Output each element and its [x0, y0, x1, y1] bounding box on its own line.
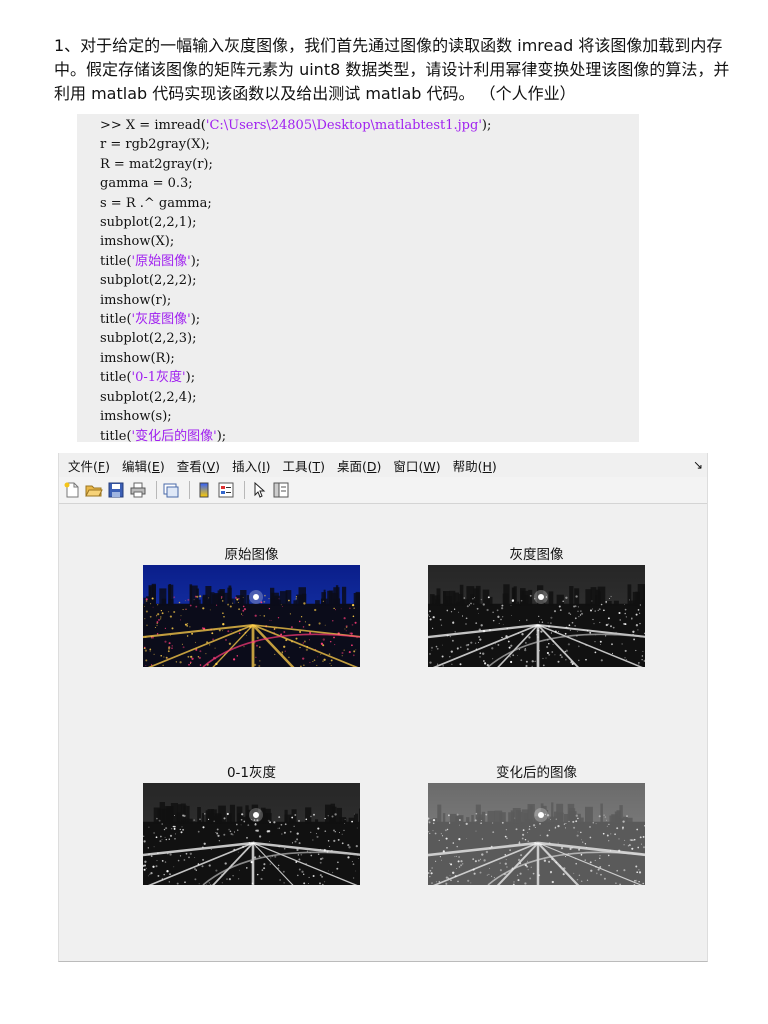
city-night-image — [428, 565, 645, 667]
figure-toolbar — [59, 477, 707, 504]
print-icon[interactable] — [129, 481, 147, 499]
code-token: subplot(2,2,1); — [100, 215, 197, 231]
menu-item-h[interactable]: 帮助(H) — [448, 456, 502, 475]
code-line: >> X = imread('C:\Users\24805\Desktop\ma… — [100, 116, 639, 135]
menu-item-label: 帮助 — [452, 458, 478, 474]
code-token: title( — [100, 370, 132, 386]
code-token: title( — [100, 312, 132, 328]
code-line: subplot(2,2,3); — [100, 329, 639, 348]
legend-icon[interactable] — [217, 481, 235, 499]
code-token: R = mat2gray(r); — [100, 156, 213, 172]
code-token: ); — [185, 370, 196, 386]
question-text: 1、对于给定的一幅输入灰度图像，我们首先通过图像的读取函数 imread 将该图… — [54, 36, 730, 103]
menu-item-label: 工具 — [282, 458, 308, 474]
code-token: imshow(X); — [100, 234, 175, 250]
code-token: gamma = 0.3; — [100, 176, 193, 192]
menu-item-accelerator: T — [312, 458, 321, 474]
menu-item-accelerator: F — [97, 458, 106, 474]
dock-arrow-icon[interactable]: ↘ — [693, 458, 703, 472]
city-night-image — [143, 783, 360, 885]
plot-area: 原始图像 灰度图像 0-1灰度 变化后的图像 — [59, 505, 707, 961]
menu-item-e[interactable]: 编辑(E) — [117, 456, 170, 475]
code-line: subplot(2,2,2); — [100, 271, 639, 290]
code-line: title('变化后的图像'); — [100, 427, 639, 446]
code-token: s = R .^ gamma; — [100, 195, 212, 211]
code-token: >> X = imread( — [100, 118, 206, 133]
code-block: >> X = imread('C:\Users\24805\Desktop\ma… — [77, 114, 639, 444]
menu-item-accelerator: E — [151, 458, 160, 474]
city-night-image — [143, 565, 360, 667]
open-file-icon[interactable] — [85, 481, 103, 499]
subplot-title: 原始图像 — [224, 547, 279, 563]
colorbar-icon[interactable] — [195, 481, 213, 499]
code-line: imshow(r); — [100, 291, 639, 310]
save-icon[interactable] — [107, 481, 125, 499]
code-line: R = mat2gray(r); — [100, 155, 639, 174]
link-plot-icon[interactable] — [162, 481, 180, 499]
toolbar-separator — [189, 481, 190, 499]
menu-item-f[interactable]: 文件(F) — [63, 456, 115, 475]
menu-item-label: 桌面 — [336, 458, 362, 474]
menu-item-accelerator: I — [261, 458, 266, 474]
menu-item-accelerator: H — [482, 458, 492, 474]
code-line: subplot(2,2,4); — [100, 388, 639, 407]
menu-item-label: 插入 — [232, 458, 258, 474]
menu-item-accelerator: V — [206, 458, 216, 474]
code-string: '变化后的图像' — [131, 428, 217, 444]
property-inspector-icon[interactable] — [272, 481, 290, 499]
subplot-1[interactable]: 原始图像 — [143, 545, 360, 667]
toolbar-separator — [156, 481, 157, 499]
edit-plot-arrow-icon[interactable] — [250, 481, 268, 499]
code-line: title('0-1灰度'); — [100, 368, 639, 387]
code-token: subplot(2,2,4); — [100, 389, 197, 405]
subplot-4[interactable]: 变化后的图像 — [428, 763, 645, 885]
new-figure-icon[interactable] — [63, 481, 81, 499]
code-token: ); — [190, 312, 201, 328]
code-line: gamma = 0.3; — [100, 174, 639, 193]
code-token: ); — [481, 118, 492, 133]
subplot-3[interactable]: 0-1灰度 — [143, 763, 360, 885]
code-token: imshow(R); — [100, 350, 175, 366]
menu-bar: 文件(F) 编辑(E) 查看(V) 插入(I) 工具(T) 桌面(D) 窗口(W) 帮助(H)… — [59, 453, 707, 477]
code-token: r = rgb2gray(X); — [100, 137, 210, 153]
code-line: title('灰度图像'); — [100, 310, 639, 329]
code-token: title( — [100, 428, 132, 444]
subplot-2[interactable]: 灰度图像 — [428, 545, 645, 667]
menu-item-d[interactable]: 桌面(D) — [332, 456, 386, 475]
code-token: ); — [190, 253, 201, 269]
menu-item-w[interactable]: 窗口(W) — [388, 456, 445, 475]
code-token: subplot(2,2,3); — [100, 331, 197, 347]
menu-item-accelerator: D — [366, 458, 377, 474]
menu-item-t[interactable]: 工具(T) — [278, 456, 330, 475]
code-token: subplot(2,2,2); — [100, 273, 197, 289]
subplot-title: 灰度图像 — [509, 547, 564, 563]
code-line: subplot(2,2,1); — [100, 213, 639, 232]
code-string: '原始图像' — [131, 253, 191, 269]
code-line: imshow(R); — [100, 349, 639, 368]
code-token: ); — [216, 428, 227, 444]
code-token: title( — [100, 253, 132, 269]
code-line: title('原始图像'); — [100, 252, 639, 271]
menu-item-label: 查看 — [176, 458, 202, 474]
menu-item-label: 窗口 — [393, 458, 419, 474]
code-token: imshow(r); — [100, 292, 172, 308]
subplot-title: 0-1灰度 — [226, 765, 277, 781]
menu-item-i[interactable]: 插入(I) — [227, 456, 275, 475]
code-string: '灰度图像' — [131, 312, 191, 328]
code-line: imshow(s); — [100, 407, 639, 426]
subplot-title: 变化后的图像 — [496, 765, 577, 781]
code-line: r = rgb2gray(X); — [100, 135, 639, 154]
menu-item-label: 文件 — [68, 458, 94, 474]
code-string: 'C:\Users\24805\Desktop\matlabtest1.jpg' — [205, 118, 482, 133]
menu-item-v[interactable]: 查看(V) — [172, 456, 225, 475]
code-line: imshow(X); — [100, 232, 639, 251]
code-string: '0-1灰度' — [131, 370, 186, 386]
toolbar-separator — [244, 481, 245, 499]
code-line: s = R .^ gamma; — [100, 194, 639, 213]
figure-window: 文件(F) 编辑(E) 查看(V) 插入(I) 工具(T) 桌面(D) 窗口(W) 帮助(H)… — [58, 453, 708, 962]
code-token: imshow(s); — [100, 409, 172, 425]
menu-item-label: 编辑 — [122, 458, 148, 474]
city-night-image — [428, 783, 645, 885]
menu-item-accelerator: W — [423, 458, 436, 474]
